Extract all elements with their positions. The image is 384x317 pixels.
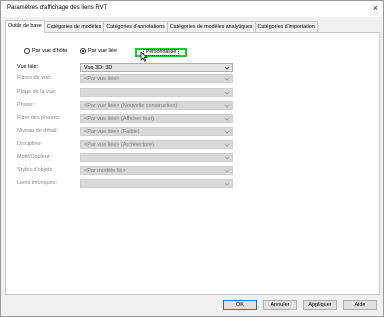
field-value: <Par vue liée> — [84, 76, 120, 82]
radio-dot[interactable] — [24, 48, 30, 54]
chevron-down-icon — [224, 77, 230, 81]
ok-button[interactable]: OK — [223, 300, 257, 310]
field-label: Vue liée: — [17, 64, 39, 70]
object-styles-select: <Par modèle lié> — [80, 166, 233, 175]
nested-links-select — [80, 179, 233, 188]
radio-label: Par vue liée — [88, 48, 118, 54]
view-filters-select: <Par vue liée> — [80, 74, 233, 83]
field-label: Filtre des phases: — [17, 115, 61, 121]
field-value: <Par vue liée> (Afficher tout) — [84, 116, 154, 122]
view-range-select — [80, 88, 233, 97]
field-value: <Par vue liée> (Nouvelle construction) — [84, 103, 178, 109]
tab-basics[interactable]: Outils de base — [5, 20, 45, 33]
field-label: Discipline: — [17, 141, 43, 147]
window-title: Paramètres d'affichage des liens RVT — [7, 5, 108, 11]
tab-strip: Outils de base Catégories de modèles Cat… — [5, 20, 318, 33]
linked-view-select[interactable]: Vue 3D: 3D — [80, 63, 233, 72]
field-discipline: Discipline: <Par vue liée> (Architecture… — [17, 140, 233, 149]
field-detail-level: Niveau de détail: <Par vue liée> (Faible… — [17, 127, 233, 136]
cancel-button[interactable]: Annuler — [263, 300, 297, 310]
field-label: Plage de la vue: — [17, 89, 57, 95]
chevron-down-icon — [224, 169, 230, 173]
chevron-down-icon — [224, 104, 230, 108]
field-phase-filter: Filtre des phases: <Par vue liée> (Affic… — [17, 114, 233, 123]
radio-by-host-view[interactable]: Par vue d'hôte — [24, 48, 67, 54]
detail-level-select: <Par vue liée> (Faible) — [80, 127, 233, 136]
radio-by-linked-view[interactable]: Par vue liée — [80, 48, 117, 54]
radio-dot[interactable] — [80, 48, 86, 54]
field-pattern-color: Motif/Couleur: — [17, 153, 233, 162]
phase-select: <Par vue liée> (Nouvelle construction) — [80, 101, 233, 110]
help-button[interactable]: Aide — [343, 300, 377, 310]
chevron-down-icon — [224, 91, 230, 95]
field-object-styles: Styles d'objets: <Par modèle lié> — [17, 166, 233, 175]
field-view-range: Plage de la vue: — [17, 88, 233, 97]
tab-model-categories[interactable]: Catégories de modèles — [43, 21, 105, 32]
tab-annotation-categories[interactable]: Catégories d'annotations — [103, 21, 168, 32]
field-value: <Par vue liée> (Faible) — [84, 129, 140, 135]
custom-label: Personnalisé — [142, 49, 180, 56]
field-label: Styles d'objets: — [17, 167, 54, 173]
field-phase: Phase: <Par vue liée> (Nouvelle construc… — [17, 101, 233, 110]
field-nested-links: Liens imbriqués: — [17, 179, 233, 188]
field-label: Phase: — [17, 102, 35, 108]
mouse-cursor-icon — [140, 52, 148, 62]
chevron-down-icon — [224, 143, 230, 147]
radio-label: Par vue d'hôte — [32, 48, 68, 54]
chevron-down-icon — [224, 130, 230, 134]
field-label: Filtres de vue: — [17, 75, 52, 81]
field-value: <Par vue liée> (Architecture) — [84, 142, 155, 148]
chevron-down-icon[interactable] — [224, 65, 230, 71]
tab-analytical-model-categories[interactable]: Catégories de modèles analytiques — [166, 21, 256, 32]
field-view-filters: Filtres de vue: <Par vue liée> — [17, 74, 233, 83]
discipline-select: <Par vue liée> (Architecture) — [80, 140, 233, 149]
field-linked-view: Vue liée: Vue 3D: 3D — [17, 63, 233, 72]
apply-button[interactable]: Appliquer — [303, 300, 337, 310]
close-icon[interactable]: × — [373, 3, 378, 13]
field-value: Vue 3D: 3D — [84, 65, 113, 71]
field-value: <Par modèle lié> — [84, 168, 126, 174]
chevron-down-icon — [224, 156, 230, 160]
tab-import-categories[interactable]: Catégories d'importation — [254, 21, 318, 32]
pattern-color-select — [80, 153, 233, 162]
field-label: Niveau de détail: — [17, 128, 58, 134]
field-label: Motif/Couleur: — [17, 154, 52, 160]
field-label: Liens imbriqués: — [17, 180, 58, 186]
chevron-down-icon — [224, 117, 230, 121]
chevron-down-icon — [224, 182, 230, 186]
title-bar: Paramètres d'affichage des liens RVT × — [1, 1, 383, 17]
phase-filter-select: <Par vue liée> (Afficher tout) — [80, 114, 233, 123]
